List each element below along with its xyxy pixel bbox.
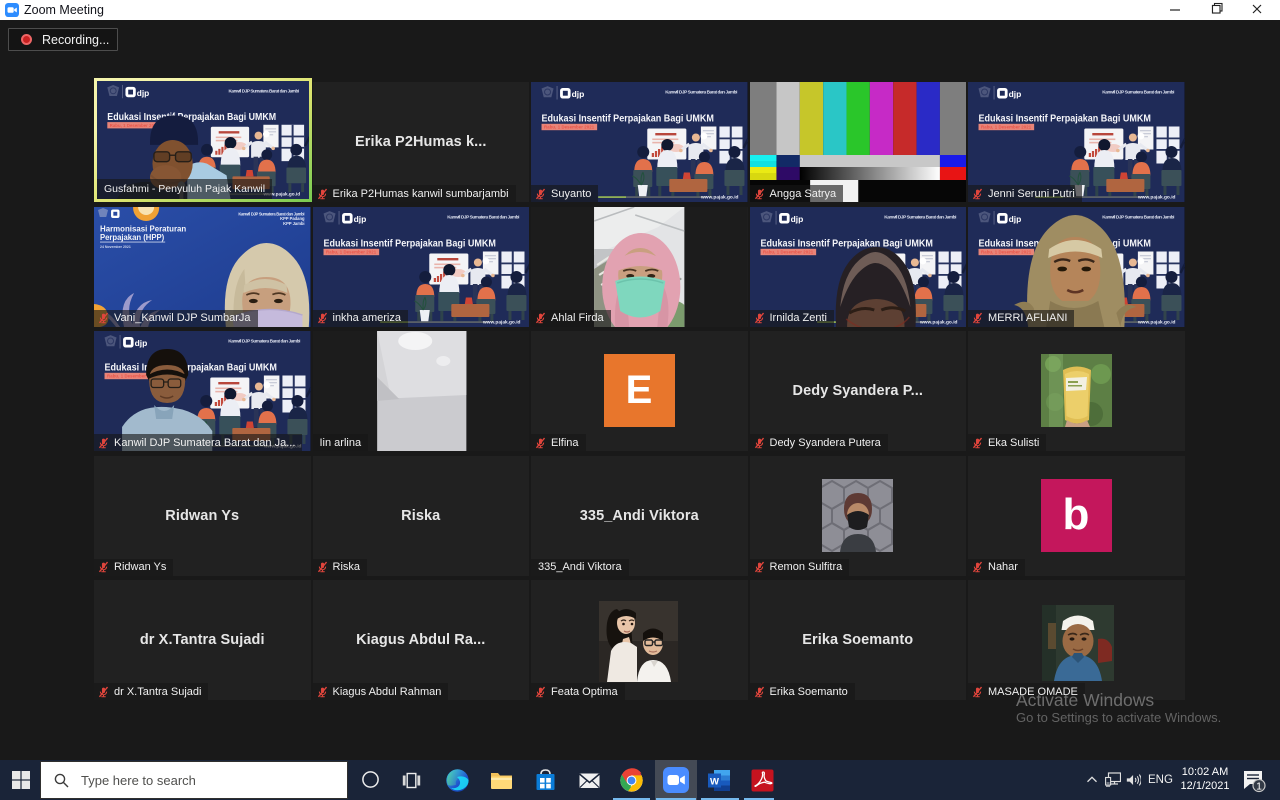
svg-text:1: 1 xyxy=(1256,781,1262,793)
svg-text:Perpajakan (HPP): Perpajakan (HPP) xyxy=(100,232,164,242)
svg-text:KPP Jambi: KPP Jambi xyxy=(283,220,304,225)
svg-text:W: W xyxy=(710,777,719,788)
svg-text:24 November 2021: 24 November 2021 xyxy=(100,245,131,249)
